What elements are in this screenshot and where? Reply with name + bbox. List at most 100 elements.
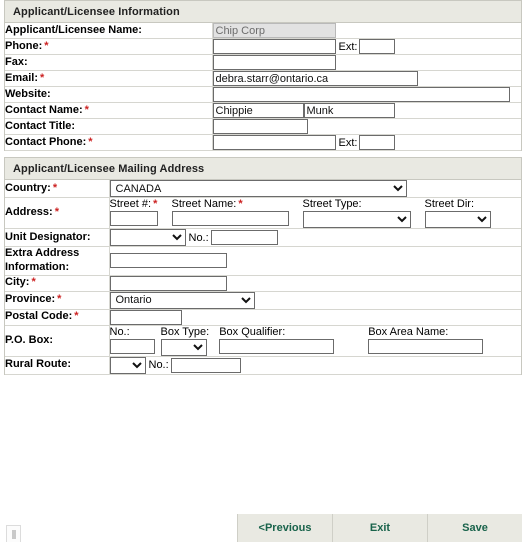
label-contact-phone-text: Contact Phone: [5, 135, 87, 148]
unit-no-input[interactable] [210, 230, 278, 245]
section-header-mailing-address: Applicant/Licensee Mailing Address [5, 158, 521, 180]
email-input[interactable] [212, 71, 418, 86]
field-address: Street #: * Street Name: * Street Type: St… [109, 197, 521, 229]
field-contact-title [212, 118, 521, 135]
exit-button[interactable]: Exit [333, 514, 428, 542]
required-marker-street-name: * [238, 198, 243, 210]
rural-route-no-input[interactable] [170, 357, 241, 373]
required-marker-email: * [40, 71, 45, 84]
mailing-address-table: Country: * CANADA Address: * Street #: *… [5, 180, 521, 375]
label-email: Email: * [5, 70, 213, 87]
row-unit-designator: Unit Designator: No.: [5, 228, 521, 247]
sublabel-box-type: Box Type: [160, 325, 210, 338]
sublabel-box-type-cell: Box Type: [161, 326, 220, 339]
label-applicant-name-text: Applicant/Licensee Name: [5, 23, 142, 36]
sublabel-box-area-cell: Box Area Name: [368, 326, 483, 339]
country-select[interactable]: CANADA [109, 180, 407, 197]
box-area-cell [368, 338, 484, 356]
field-city [109, 275, 521, 292]
label-extra-address: Extra Address Information: [5, 246, 110, 276]
sublabel-box-qualifier: Box Qualifier: [219, 325, 286, 338]
street-type-cell [302, 211, 425, 228]
postal-code-input[interactable] [109, 309, 182, 325]
row-applicant-name: Applicant/Licensee Name: [5, 23, 521, 39]
contact-last-name-input[interactable] [303, 103, 395, 118]
street-name-input[interactable] [171, 211, 289, 226]
contact-name-group [212, 103, 522, 118]
required-marker-contact-name: * [84, 103, 89, 116]
fax-input[interactable] [212, 55, 336, 70]
po-box-inputs-row [109, 338, 484, 356]
po-box-qualifier-input[interactable] [219, 338, 335, 354]
contact-first-name-input[interactable] [212, 103, 304, 118]
po-box-no-input[interactable] [109, 338, 155, 354]
po-box-sublabels-row: No.: Box Type: Box Qualifier: Box Area N… [110, 326, 484, 339]
footer-button-bar: <Previous Exit Save [0, 514, 530, 542]
label-address-text: Address: [5, 206, 53, 219]
label-rural-route-text: Rural Route: [5, 358, 71, 371]
field-postal-code [109, 309, 521, 326]
row-website: Website: [5, 86, 521, 103]
sublabel-street-name-cell: Street Name: * [172, 198, 303, 211]
phone-ext-input[interactable] [359, 39, 396, 54]
previous-button[interactable]: <Previous [238, 514, 333, 542]
street-dir-cell [424, 211, 491, 228]
applicant-name-input [212, 23, 336, 38]
field-unit-designator: No.: [109, 228, 521, 247]
contact-phone-input[interactable] [212, 135, 336, 150]
footer-buttons: <Previous Exit Save [237, 514, 522, 542]
sublabel-box-no: No.: [109, 325, 130, 338]
row-contact-title: Contact Title: [5, 118, 521, 135]
field-contact-name [212, 102, 522, 119]
field-fax [212, 54, 521, 71]
label-postal-code-text: Postal Code: [5, 310, 73, 323]
required-marker-postal-code: * [74, 310, 79, 323]
sublabel-street-name-text: Street Name: [171, 198, 237, 210]
province-select[interactable]: Ontario [109, 291, 255, 309]
po-box-type-select[interactable] [160, 338, 207, 356]
mailing-address-panel: Applicant/Licensee Mailing Address Count… [4, 157, 522, 375]
address-inputs-row [109, 211, 491, 228]
field-website [212, 86, 521, 103]
street-type-select[interactable] [302, 211, 411, 228]
row-rural-route: Rural Route: No.: [5, 356, 521, 375]
field-po-box: No.: Box Type: Box Qualifier: Box Area N… [109, 325, 521, 357]
contact-phone-group: Ext: [212, 135, 522, 150]
website-input[interactable] [212, 87, 510, 102]
phone-input[interactable] [212, 39, 336, 54]
unit-designator-select[interactable] [109, 229, 186, 246]
contact-phone-ext-input[interactable] [359, 135, 396, 150]
label-po-box: P.O. Box: [5, 325, 110, 357]
required-marker-street-no: * [153, 198, 158, 210]
row-email: Email: * [5, 70, 521, 87]
label-contact-title-text: Contact Title: [5, 119, 76, 132]
row-po-box: P.O. Box: No.: Box Type: Box Qualifier: … [5, 325, 521, 357]
sublabel-street-no-cell: Street #: * [110, 198, 172, 211]
save-button[interactable]: Save [428, 514, 522, 542]
street-number-input[interactable] [109, 211, 158, 226]
po-box-area-name-input[interactable] [368, 338, 484, 354]
sublabel-box-no-cell: No.: [110, 326, 161, 339]
label-extra-address-text: Extra Address Information: [5, 247, 80, 273]
contact-title-input[interactable] [212, 119, 308, 134]
city-input[interactable] [109, 275, 227, 291]
label-country-text: Country: [5, 181, 51, 194]
rural-route-select[interactable] [109, 356, 146, 374]
label-contact-phone-ext: Ext: [338, 136, 358, 149]
label-fax: Fax: [5, 54, 213, 71]
row-postal-code: Postal Code: * [5, 309, 521, 326]
po-box-subgrid: No.: Box Type: Box Qualifier: Box Area N… [109, 326, 484, 356]
extra-address-input[interactable] [109, 253, 227, 269]
sublabel-street-dir: Street Dir: [424, 198, 475, 210]
field-province: Ontario [109, 291, 521, 310]
label-province: Province: * [5, 291, 110, 310]
label-phone-ext: Ext: [338, 40, 358, 53]
row-contact-phone: Contact Phone: * Ext: [5, 134, 522, 151]
row-phone: Phone: * Ext: [5, 38, 521, 55]
box-type-cell [160, 338, 220, 356]
label-po-box-text: P.O. Box: [5, 333, 54, 346]
street-dir-select[interactable] [424, 211, 491, 228]
section-header-applicant-information: Applicant/Licensee Information [5, 1, 521, 23]
row-province: Province: * Ontario [5, 291, 521, 310]
row-fax: Fax: [5, 54, 521, 71]
